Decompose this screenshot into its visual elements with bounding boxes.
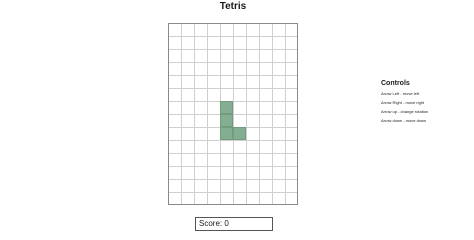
page-title: Tetris (219, 1, 247, 12)
game-board[interactable] (168, 23, 298, 205)
piece-block (220, 127, 233, 140)
piece-block (233, 127, 246, 140)
piece-block (220, 114, 233, 127)
control-move-left: Arrow Left - move left (381, 91, 420, 96)
control-rotate: Arrow up - change rotation (381, 109, 429, 114)
score-display: Score: 0 (195, 217, 273, 231)
tetris-page: Tetris Score: 0 Controls Arrow Left - mo… (0, 0, 474, 236)
controls-title: Controls (381, 80, 410, 87)
control-move-right: Arrow Right - move right (381, 100, 425, 105)
piece-block (220, 101, 233, 114)
controls-panel: Controls Arrow Left - move left Arrow Ri… (381, 79, 428, 127)
control-move-down: Arrow down - move down (381, 118, 427, 123)
score-value: 0 (224, 219, 229, 228)
score-label: Score: (199, 219, 223, 228)
